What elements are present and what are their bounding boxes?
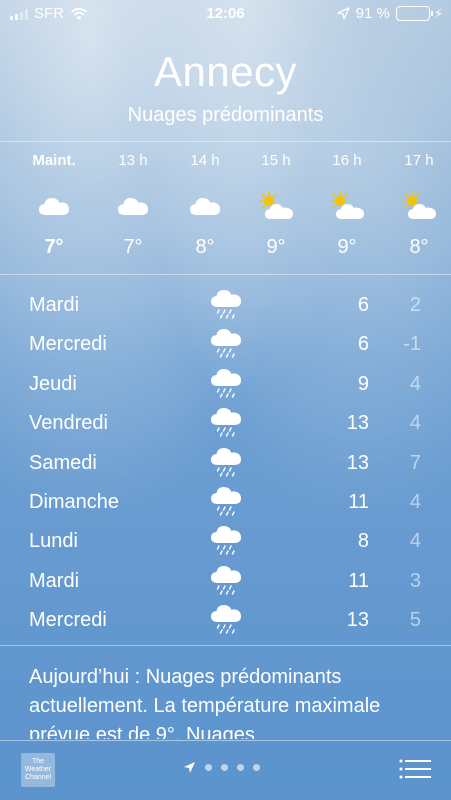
low-temperature: 5 — [409, 609, 421, 632]
low-temperature: 7 — [409, 451, 421, 474]
hour-temperature: 8° — [195, 236, 215, 258]
high-temperature: 6 — [357, 333, 369, 356]
daily-row: Samedi 13 7 — [0, 444, 451, 483]
daily-row: Lundi 8 4 — [0, 522, 451, 561]
high-temperature: 13 — [346, 451, 369, 474]
rain-cloud-icon — [211, 329, 241, 359]
partly-sunny-icon — [330, 191, 364, 219]
hour-label: 16 h — [332, 152, 362, 169]
battery-icon — [395, 6, 433, 21]
rain-cloud-icon — [211, 290, 241, 319]
hour-label: Maint. — [32, 152, 76, 169]
day-name: Samedi — [29, 451, 97, 474]
cloud-icon — [39, 198, 69, 215]
rain-cloud-icon — [211, 526, 241, 556]
page-dot[interactable] — [237, 764, 244, 771]
rain-cloud-icon — [211, 605, 241, 634]
day-name: Mercredi — [29, 609, 107, 632]
rain-cloud-icon — [211, 565, 241, 595]
hourly-item: 17 h 8° — [384, 142, 451, 259]
cloud-icon — [190, 198, 220, 215]
status-bar: SFR 12:06 91 % ⚡ — [0, 0, 451, 28]
day-name: Jeudi — [29, 372, 77, 395]
location-arrow-icon — [337, 7, 350, 20]
day-name: Dimanche — [29, 490, 120, 513]
charging-bolt-icon: ⚡ — [433, 5, 443, 21]
hour-temperature: 9° — [266, 236, 286, 258]
divider — [0, 645, 451, 646]
page-indicator[interactable] — [183, 761, 260, 774]
partly-sunny-icon — [402, 191, 436, 219]
daily-row: Vendredi 13 4 — [0, 404, 451, 443]
hourly-forecast[interactable]: Maint. 7° 13 h 7° 14 h 8° 15 h 9° 16 h 9° 17 h 8° — [0, 142, 451, 274]
rain-cloud-icon — [211, 486, 241, 516]
city-list-icon[interactable] — [399, 758, 431, 780]
hour-temperature: 7° — [123, 236, 143, 258]
hour-label: 17 h — [404, 152, 434, 169]
daily-row: Mercredi 6 -1 — [0, 325, 451, 364]
hourly-item: Maint. 7° — [19, 142, 89, 259]
low-temperature: 4 — [409, 412, 421, 435]
high-temperature: 11 — [348, 569, 369, 592]
hourly-item: 16 h 9° — [312, 142, 382, 259]
weather-channel-logo[interactable]: The Weather Channel — [21, 753, 55, 787]
high-temperature: 13 — [346, 609, 369, 632]
low-temperature: 3 — [409, 569, 421, 592]
low-temperature: 4 — [409, 372, 421, 395]
page-dot[interactable] — [253, 764, 260, 771]
day-name: Mercredi — [29, 333, 107, 356]
low-temperature: 4 — [409, 530, 421, 553]
high-temperature: 6 — [357, 294, 369, 316]
low-temperature: 4 — [409, 490, 421, 513]
day-name: Mardi — [29, 569, 80, 592]
page-dot[interactable] — [221, 764, 228, 771]
high-temperature: 8 — [357, 530, 369, 553]
rain-cloud-icon — [211, 408, 241, 437]
battery-percent: 91 % — [355, 5, 390, 22]
hour-temperature: 8° — [409, 236, 429, 258]
high-temperature: 9 — [357, 372, 369, 395]
hourly-item: 13 h 7° — [98, 142, 168, 259]
low-temperature: 2 — [409, 294, 421, 316]
low-temperature: -1 — [403, 333, 421, 356]
current-condition: Nuages prédominants — [127, 104, 324, 126]
daily-row: Mercredi 13 5 — [0, 601, 451, 640]
high-temperature: 11 — [348, 490, 369, 513]
hour-label: 13 h — [118, 152, 148, 169]
city-name: Annecy — [153, 48, 298, 95]
hourly-item: 15 h 9° — [241, 142, 311, 259]
today-description: Aujourd’hui : Nuages prédominants actuel… — [29, 666, 381, 739]
daily-row: Jeudi 9 4 — [0, 365, 451, 404]
bottom-toolbar: The Weather Channel — [0, 741, 451, 800]
cloud-icon — [118, 198, 148, 215]
high-temperature: 13 — [346, 412, 369, 435]
hourly-item: 14 h 8° — [170, 142, 240, 259]
location-arrow-icon — [184, 762, 195, 773]
rain-cloud-icon — [211, 368, 241, 398]
hour-label: 14 h — [190, 152, 220, 169]
day-name: Mardi — [29, 294, 80, 316]
hour-temperature: 7° — [44, 236, 64, 258]
page-dot[interactable] — [205, 764, 212, 771]
partly-sunny-icon — [259, 191, 293, 219]
location-header: Annecy Nuages prédominants — [0, 48, 451, 127]
rain-cloud-icon — [211, 447, 241, 477]
day-name: Vendredi — [29, 412, 108, 435]
hour-temperature: 9° — [337, 236, 357, 258]
daily-forecast[interactable]: Mardi 6 2 Mercredi 6 -1 Jeudi 9 4 Vendredi 13 4 Same… — [0, 286, 451, 641]
daily-row: Mardi 6 2 — [0, 286, 451, 325]
day-name: Lundi — [29, 530, 78, 553]
daily-row: Dimanche 11 4 — [0, 483, 451, 522]
hour-label: 15 h — [261, 152, 291, 169]
divider — [0, 274, 451, 275]
daily-row: Mardi 11 3 — [0, 562, 451, 601]
